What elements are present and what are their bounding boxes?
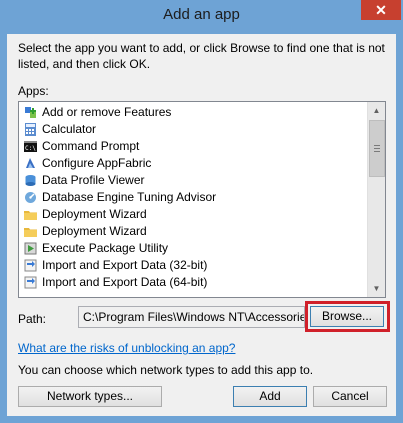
svg-text:C:\: C:\ [25, 145, 36, 152]
app-list-item-label: Import and Export Data (64-bit) [42, 275, 208, 289]
app-list-item[interactable]: Deployment Wizard [19, 223, 367, 240]
title-bar[interactable]: Add an app ✕ [0, 0, 403, 34]
app-list-item[interactable]: Add or remove Features [19, 104, 367, 121]
close-button[interactable]: ✕ [361, 0, 401, 20]
app-list-item-label: Deployment Wizard [42, 224, 147, 238]
vertical-scrollbar[interactable]: ▲ ▼ [367, 102, 385, 297]
app-list-item-label: Import and Export Data (32-bit) [42, 258, 208, 272]
app-list-item-label: Deployment Wizard [42, 207, 147, 221]
close-icon: ✕ [375, 2, 387, 18]
app-list-item[interactable]: C:\ Command Prompt [19, 138, 367, 155]
calculator-icon [24, 123, 37, 136]
path-field[interactable]: C:\Program Files\Windows NT\Accessories\… [78, 306, 305, 328]
network-types-button[interactable]: Network types... [18, 386, 162, 407]
app-list-item[interactable]: Configure AppFabric [19, 155, 367, 172]
import-export-icon [24, 276, 37, 289]
scrollbar-thumb[interactable] [369, 120, 385, 177]
app-list-item[interactable]: Import and Export Data (32-bit) [19, 257, 367, 274]
features-icon [24, 106, 37, 119]
app-list-item[interactable]: Data Profile Viewer [19, 172, 367, 189]
apps-listbox[interactable]: Add or remove Features Calculator C:\ Comma… [18, 101, 386, 298]
window-title: Add an app [163, 6, 240, 23]
app-list-item-label: Execute Package Utility [42, 241, 169, 255]
dialog-body: Select the app you want to add, or click… [7, 34, 396, 416]
path-label: Path: [18, 312, 47, 326]
apps-list: Add or remove Features Calculator C:\ Comma… [19, 104, 367, 291]
add-button[interactable]: Add [233, 386, 307, 407]
app-list-item-label: Calculator [42, 122, 97, 136]
appfabric-icon [24, 157, 37, 170]
app-list-item[interactable]: Calculator [19, 121, 367, 138]
app-list-item[interactable]: Database Engine Tuning Advisor [19, 189, 367, 206]
execute-package-icon [24, 242, 37, 255]
deployment-wizard-icon [24, 208, 37, 221]
app-list-item-label: Database Engine Tuning Advisor [42, 190, 217, 204]
app-list-item-label: Data Profile Viewer [42, 173, 145, 187]
risk-link[interactable]: What are the risks of unblocking an app? [18, 341, 235, 355]
apps-label: Apps: [18, 84, 49, 98]
app-list-item-label: Add or remove Features [42, 105, 172, 119]
import-export-icon [24, 259, 37, 272]
app-list-item[interactable]: Import and Export Data (64-bit) [19, 274, 367, 291]
deployment-wizard-icon [24, 225, 37, 238]
data-profile-icon [24, 174, 37, 187]
app-list-item[interactable]: Execute Package Utility [19, 240, 367, 257]
browse-button[interactable]: Browse... [310, 306, 384, 327]
command-prompt-icon: C:\ [24, 140, 37, 153]
app-list-item-label: Configure AppFabric [42, 156, 152, 170]
scroll-up-button[interactable]: ▲ [368, 102, 385, 119]
instructions-text: Select the app you want to add, or click… [18, 41, 385, 71]
network-info-text: You can choose which network types to ad… [18, 363, 314, 377]
app-list-item[interactable]: Deployment Wizard [19, 206, 367, 223]
scroll-down-button[interactable]: ▼ [368, 280, 385, 297]
tuning-advisor-icon [24, 191, 37, 204]
cancel-button[interactable]: Cancel [313, 386, 387, 407]
add-app-dialog: Add an app ✕ Select the app you want to … [0, 0, 403, 423]
app-list-item-label: Command Prompt [42, 139, 140, 153]
